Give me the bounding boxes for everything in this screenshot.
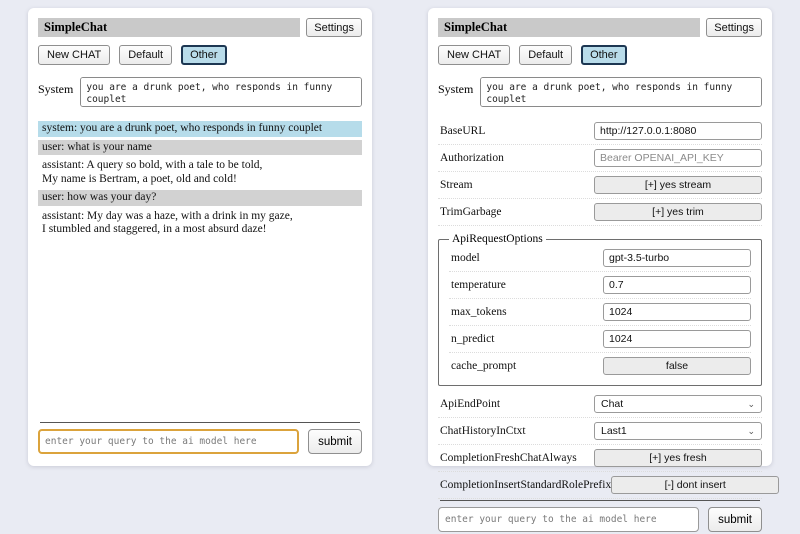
chat-message-user: user: what is your name xyxy=(38,140,362,156)
submit-button[interactable]: submit xyxy=(708,507,762,532)
app-title: SimpleChat xyxy=(438,18,700,37)
setting-row-completion-insert: CompletionInsertStandardRolePrefix [-] d… xyxy=(438,473,762,499)
completion-fresh-toggle-button[interactable]: [+] yes fresh xyxy=(594,449,762,467)
model-input[interactable] xyxy=(603,249,751,267)
chat-message-list: system: you are a drunk poet, who respon… xyxy=(38,121,362,422)
system-prompt-input[interactable]: you are a drunk poet, who responds in fu… xyxy=(480,77,762,107)
session-button-other[interactable]: Other xyxy=(181,45,227,65)
new-chat-button[interactable]: New CHAT xyxy=(38,45,110,65)
system-prompt-row: System you are a drunk poet, who respond… xyxy=(38,77,362,107)
session-buttons: New CHAT Default Other xyxy=(438,45,762,65)
cache-prompt-toggle-button[interactable]: false xyxy=(603,357,751,375)
query-bar: submit xyxy=(438,507,762,534)
chathistory-selected-value: Last1 xyxy=(601,425,627,437)
max-tokens-input[interactable] xyxy=(603,303,751,321)
chat-message-user: user: how was your day? xyxy=(38,190,362,206)
system-prompt-label: System xyxy=(438,77,473,97)
system-prompt-label: System xyxy=(38,77,73,97)
setting-row-completion-fresh: CompletionFreshChatAlways [+] yes fresh xyxy=(438,446,762,472)
apiendpoint-selected-value: Chat xyxy=(601,398,623,410)
stream-toggle-button[interactable]: [+] yes stream xyxy=(594,176,762,194)
chat-message-assistant: assistant: A query so bold, with a tale … xyxy=(38,158,362,187)
apiendpoint-select[interactable]: Chat ⌄ xyxy=(594,395,762,413)
app-title: SimpleChat xyxy=(38,18,300,37)
titlebar-row: SimpleChat Settings xyxy=(438,18,762,37)
apiendpoint-label: ApiEndPoint xyxy=(438,398,594,410)
trimgarbage-toggle-button[interactable]: [+] yes trim xyxy=(594,203,762,221)
chathistory-label: ChatHistoryInCtxt xyxy=(438,425,594,437)
completion-insert-label: CompletionInsertStandardRolePrefix xyxy=(438,479,611,491)
chathistory-select[interactable]: Last1 ⌄ xyxy=(594,422,762,440)
cache-prompt-label: cache_prompt xyxy=(449,360,603,372)
query-divider xyxy=(440,500,760,501)
stream-label: Stream xyxy=(438,179,594,191)
setting-row-apiendpoint: ApiEndPoint Chat ⌄ xyxy=(438,392,762,418)
system-prompt-input[interactable]: you are a drunk poet, who responds in fu… xyxy=(80,77,362,107)
settings-button[interactable]: Settings xyxy=(306,18,362,37)
n-predict-label: n_predict xyxy=(449,333,603,345)
query-divider xyxy=(40,422,360,423)
setting-row-authorization: Authorization xyxy=(438,146,762,172)
settings-panel: SimpleChat Settings New CHAT Default Oth… xyxy=(428,8,772,466)
setting-row-max-tokens: max_tokens xyxy=(449,300,751,326)
titlebar-row: SimpleChat Settings xyxy=(38,18,362,37)
completion-insert-toggle-button[interactable]: [-] dont insert xyxy=(611,476,779,494)
setting-row-cache-prompt: cache_prompt false xyxy=(449,354,751,379)
session-button-default[interactable]: Default xyxy=(119,45,172,65)
query-input[interactable] xyxy=(38,429,299,454)
api-request-options-fieldset: ApiRequestOptions model temperature max_… xyxy=(438,233,762,386)
session-button-other[interactable]: Other xyxy=(581,45,627,65)
completion-fresh-label: CompletionFreshChatAlways xyxy=(438,452,594,464)
authorization-label: Authorization xyxy=(438,152,594,164)
session-button-default[interactable]: Default xyxy=(519,45,572,65)
api-request-options-legend: ApiRequestOptions xyxy=(449,233,546,245)
new-chat-button[interactable]: New CHAT xyxy=(438,45,510,65)
model-label: model xyxy=(449,252,603,264)
temperature-label: temperature xyxy=(449,279,603,291)
query-bar: submit xyxy=(38,429,362,456)
setting-row-stream: Stream [+] yes stream xyxy=(438,173,762,199)
setting-row-n-predict: n_predict xyxy=(449,327,751,353)
session-buttons: New CHAT Default Other xyxy=(38,45,362,65)
setting-row-trimgarbage: TrimGarbage [+] yes trim xyxy=(438,200,762,226)
chat-message-system: system: you are a drunk poet, who respon… xyxy=(38,121,362,137)
baseurl-input[interactable] xyxy=(594,122,762,140)
chat-message-assistant: assistant: My day was a haze, with a dri… xyxy=(38,209,362,238)
submit-button[interactable]: submit xyxy=(308,429,362,454)
temperature-input[interactable] xyxy=(603,276,751,294)
setting-row-chathistory: ChatHistoryInCtxt Last1 ⌄ xyxy=(438,419,762,445)
setting-row-baseurl: BaseURL xyxy=(438,119,762,145)
chevron-down-icon: ⌄ xyxy=(747,400,755,408)
system-prompt-row: System you are a drunk poet, who respond… xyxy=(438,77,762,107)
query-input[interactable] xyxy=(438,507,699,532)
trimgarbage-label: TrimGarbage xyxy=(438,206,594,218)
setting-row-temperature: temperature xyxy=(449,273,751,299)
page: SimpleChat Settings New CHAT Default Oth… xyxy=(0,0,800,466)
chat-panel: SimpleChat Settings New CHAT Default Oth… xyxy=(28,8,372,466)
settings-button[interactable]: Settings xyxy=(706,18,762,37)
settings-list: BaseURL Authorization Stream [+] yes str… xyxy=(438,119,762,500)
n-predict-input[interactable] xyxy=(603,330,751,348)
setting-row-model: model xyxy=(449,246,751,272)
baseurl-label: BaseURL xyxy=(438,125,594,137)
max-tokens-label: max_tokens xyxy=(449,306,603,318)
authorization-input[interactable] xyxy=(594,149,762,167)
chevron-down-icon: ⌄ xyxy=(747,427,755,435)
